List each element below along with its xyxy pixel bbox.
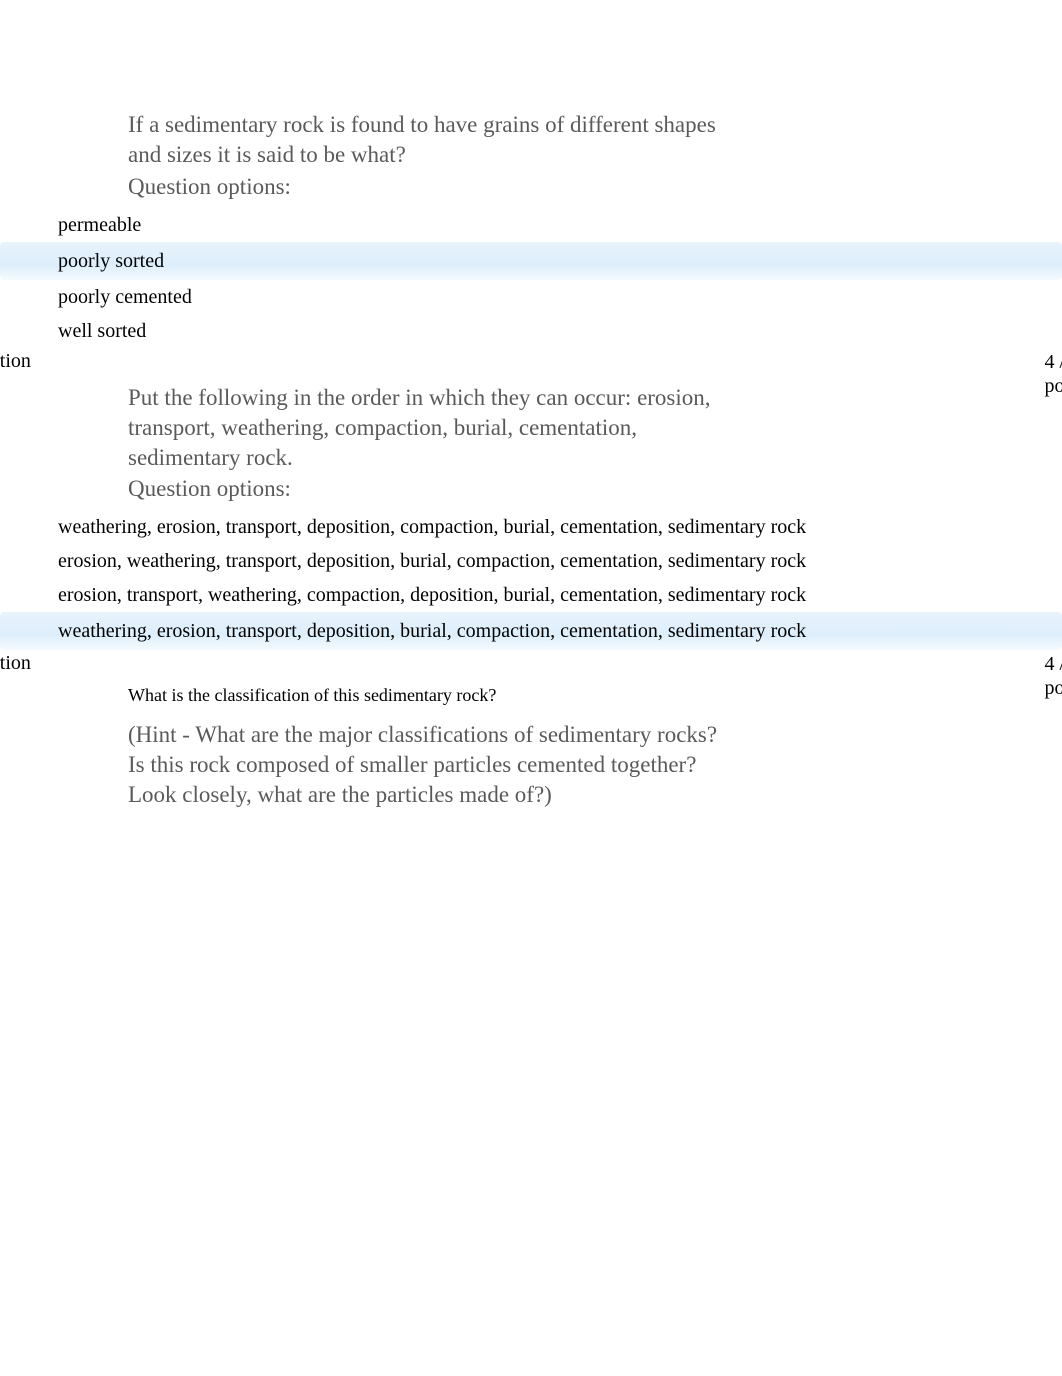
points-label-partial-2: poin [1044,676,1062,700]
question-1-text: If a sedimentary rock is found to have g… [128,110,742,170]
question-divider-1: stion 4 / 4 poin [0,350,1062,373]
question-divider-2: stion 4 / 4 poin [0,652,1062,675]
question-1-options-label: Question options: [128,174,1062,200]
option-order-1: weathering, erosion, transport, depositi… [58,510,1062,544]
question-2-options-label: Question options: [128,476,1062,502]
question-1-options: permeable poorly sorted poorly cemented … [58,208,1062,348]
question-2: Put the following in the order in which … [0,383,1062,651]
option-poorly-sorted: poorly sorted [0,242,1062,280]
question-2-text: Put the following in the order in which … [128,383,742,473]
question-2-options: weathering, erosion, transport, depositi… [58,510,1062,650]
question-3-sub-text: What is the classification of this sedim… [128,685,1062,706]
option-order-2: erosion, weathering, transport, depositi… [58,544,1062,578]
question-3-hint: (Hint - What are the major classificatio… [128,720,722,810]
question-1: If a sedimentary rock is found to have g… [0,110,1062,348]
option-order-4: weathering, erosion, transport, depositi… [0,612,1062,650]
score-value: 4 / 4 [1044,350,1062,374]
score-value-2: 4 / 4 [1044,652,1062,676]
option-poorly-cemented: poorly cemented [58,280,1062,314]
points-label-partial: poin [1044,374,1062,398]
option-order-3: erosion, transport, weathering, compacti… [58,578,1062,612]
question-points-2: 4 / 4 poin [1044,652,1062,700]
question-points-1: 4 / 4 poin [1044,350,1062,398]
question-3: What is the classification of this sedim… [0,685,1062,810]
option-well-sorted: well sorted [58,314,1062,348]
question-label-partial: stion [0,350,31,373]
option-permeable: permeable [58,208,1062,242]
question-label-partial-2: stion [0,652,31,675]
